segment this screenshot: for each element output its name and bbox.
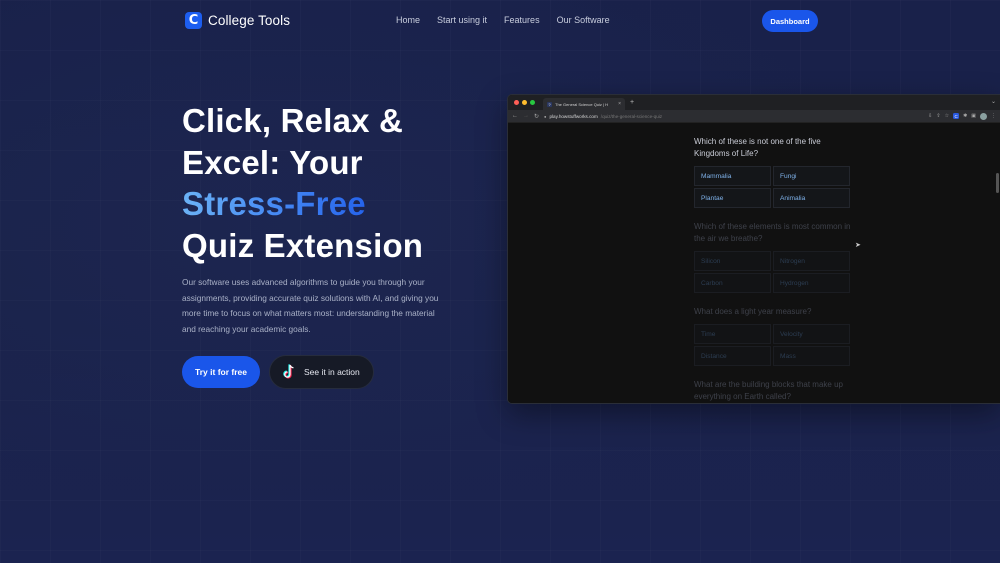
reload-icon: ↻ <box>534 113 540 120</box>
answer-option: Hydrogen <box>773 273 850 293</box>
quiz-question: Which of these is not one of the five Ki… <box>694 123 852 208</box>
sidepanel-icon: ▣ <box>971 113 976 119</box>
mouse-cursor-icon: ➤ <box>855 242 861 249</box>
hero-title-line-1: Click, Relax & <box>182 102 404 139</box>
address-bar: ● play.howstuffworks.com/quiz/the-genera… <box>544 114 662 119</box>
dashboard-button[interactable]: Dashboard <box>762 10 818 32</box>
hero-description: Our software uses advanced algorithms to… <box>182 277 439 334</box>
question-text: What are the building blocks that make u… <box>694 380 843 401</box>
tab-close-icon: × <box>618 101 621 107</box>
answer-option: Nitrogen <box>773 251 850 271</box>
browser-page-content: Which of these is not one of the five Ki… <box>508 123 1000 403</box>
answer-options: Silicon Nitrogen Carbon Hydrogen <box>694 251 852 293</box>
nav-link-features[interactable]: Features <box>504 15 540 25</box>
logo-c-icon: C <box>185 12 202 29</box>
forward-arrow-icon: → <box>523 113 529 119</box>
see-it-in-action-label: See it in action <box>304 367 360 377</box>
answer-option: Distance <box>694 346 771 366</box>
answer-option: Mammalia <box>694 166 771 186</box>
tab-title: The General Science Quiz | H <box>555 101 609 107</box>
nav-link-start-using-it[interactable]: Start using it <box>437 15 487 25</box>
chevron-down-icon: ⌄ <box>990 99 996 105</box>
close-dot-icon <box>514 100 519 105</box>
question-text: What does a light year measure? <box>694 307 812 316</box>
browser-toolbar: ← → ↻ ● play.howstuffworks.com/quiz/the-… <box>508 110 1000 123</box>
nav-link-our-software[interactable]: Our Software <box>557 15 610 25</box>
hero-title-line-4: Quiz Extension <box>182 226 424 264</box>
tiktok-icon <box>282 364 296 380</box>
install-icon: ⇩ <box>928 113 933 119</box>
brand-logo-link[interactable]: C College Tools <box>185 12 290 29</box>
quiz-question: What does a light year measure? Time Vel… <box>694 293 852 366</box>
tab-favicon-icon: ? <box>547 101 552 107</box>
browser-tab-bar: ? The General Science Quiz | H × + ⌄ <box>508 95 1000 110</box>
quiz-question: Which of these elements is most common i… <box>694 208 852 293</box>
nav-link-home[interactable]: Home <box>396 15 420 25</box>
answer-option: Velocity <box>773 324 850 344</box>
brand-name: College Tools <box>208 13 291 28</box>
kebab-menu-icon: ⋮ <box>991 113 996 119</box>
quiz-question: What are the building blocks that make u… <box>694 366 852 403</box>
see-it-in-action-button[interactable]: See it in action <box>269 355 374 389</box>
answer-option: Fungi <box>773 166 850 186</box>
nav-links: Home Start using it Features Our Softwar… <box>396 15 627 25</box>
answer-option: Plantae <box>694 188 771 208</box>
url-path: /quiz/the-general-science-quiz <box>600 113 663 119</box>
quiz-list: Which of these is not one of the five Ki… <box>694 123 852 403</box>
question-text: Which of these elements is most common i… <box>694 222 851 243</box>
college-tools-extension-icon: C <box>953 113 960 119</box>
hero-title-line-2: Excel: Your <box>182 143 363 181</box>
minimize-dot-icon <box>522 100 527 105</box>
maximize-dot-icon <box>530 100 535 105</box>
extension-icons: ⇩ ⇧ ☆ C ✱ ▣ ⋮ <box>928 112 996 120</box>
bookmark-icon: ☆ <box>944 113 950 119</box>
answer-options: Mammalia Fungi Plantae Animalia <box>694 166 852 208</box>
puzzle-extensions-icon: ✱ <box>963 113 968 119</box>
answer-options: Time Velocity Distance Mass <box>694 324 852 366</box>
window-controls <box>514 100 535 105</box>
answer-option: Carbon <box>694 273 771 293</box>
answer-option: Silicon <box>694 251 771 271</box>
browser-screenshot-mockup: ? The General Science Quiz | H × + ⌄ ← →… <box>507 94 1000 404</box>
try-it-free-button[interactable]: Try it for free <box>182 356 260 388</box>
new-tab-icon: + <box>630 99 635 106</box>
page-scrollbar <box>996 173 999 193</box>
answer-option: Mass <box>773 346 850 366</box>
top-navigation: C College Tools Home Start using it Feat… <box>0 0 1000 42</box>
url-host: play.howstuffworks.com <box>549 113 598 119</box>
lock-icon: ● <box>544 113 547 119</box>
hero-title: Click, Relax & Excel: Your Stress-Free Q… <box>182 100 423 266</box>
profile-avatar-icon <box>980 112 987 120</box>
answer-option: Animalia <box>773 188 850 208</box>
browser-tab: ? The General Science Quiz | H × <box>543 98 625 110</box>
back-arrow-icon: ← <box>512 113 518 119</box>
answer-option: Time <box>694 324 771 344</box>
question-text: Which of these is not one of the five Ki… <box>694 137 821 158</box>
hero-title-accent: Stress-Free <box>182 185 366 222</box>
share-icon: ⇧ <box>936 113 941 119</box>
